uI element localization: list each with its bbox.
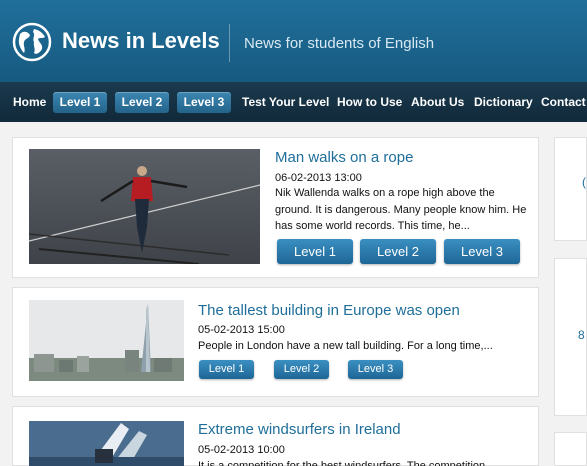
article-date-1: 06-02-2013 13:00 xyxy=(275,172,362,184)
article-title-3[interactable]: Extreme windsurfers in Ireland xyxy=(198,421,401,438)
sidebar-box-1 xyxy=(554,137,587,241)
site-tagline: News for students of English xyxy=(244,35,435,52)
sidebar-fragment-2: 8 xyxy=(578,328,585,342)
main-nav: Home Level 1 Level 2 Level 3 Test Your L… xyxy=(0,82,587,122)
nav-dictionary[interactable]: Dictionary xyxy=(474,82,533,122)
article-title-2[interactable]: The tallest building in Europe was open xyxy=(198,302,460,319)
globe-icon xyxy=(12,22,52,62)
nav-how-to-use[interactable]: How to Use xyxy=(337,82,402,122)
article-excerpt-1: Nik Wallenda walks on a rope high above … xyxy=(275,187,527,232)
nav-level-3[interactable]: Level 3 xyxy=(177,92,231,113)
sidebar-box-3 xyxy=(554,432,587,466)
article-1-level-1-button[interactable]: Level 1 xyxy=(277,239,353,264)
article-2-level-2-button[interactable]: Level 2 xyxy=(274,360,329,379)
article-excerpt-3: It is a competition for the best windsur… xyxy=(198,460,495,466)
article-2-level-3-button[interactable]: Level 3 xyxy=(348,360,403,379)
nav-home[interactable]: Home xyxy=(13,82,46,122)
nav-level-2[interactable]: Level 2 xyxy=(115,92,169,113)
article-title-1[interactable]: Man walks on a rope xyxy=(275,149,413,166)
article-date-3: 05-02-2013 10:00 xyxy=(198,444,285,456)
article-image-london-skyline[interactable] xyxy=(29,300,184,381)
sidebar-fragment-1: ( xyxy=(582,175,586,189)
site-title[interactable]: News in Levels xyxy=(62,28,220,54)
article-image-windsurfers[interactable] xyxy=(29,421,184,466)
article-date-2: 05-02-2013 15:00 xyxy=(198,324,285,336)
nav-test-your-level[interactable]: Test Your Level xyxy=(242,82,329,122)
article-1-level-3-button[interactable]: Level 3 xyxy=(444,239,520,264)
article-excerpt-2: People in London have a new tall buildin… xyxy=(198,340,493,352)
article-2-level-1-button[interactable]: Level 1 xyxy=(199,360,254,379)
header-divider xyxy=(229,24,230,62)
article-image-rope-walker[interactable] xyxy=(29,149,260,264)
site-header: News in Levels News for students of Engl… xyxy=(0,0,587,82)
nav-contact[interactable]: Contact xyxy=(541,82,586,122)
article-1-level-2-button[interactable]: Level 2 xyxy=(360,239,436,264)
nav-about-us[interactable]: About Us xyxy=(411,82,464,122)
nav-level-1[interactable]: Level 1 xyxy=(53,92,107,113)
